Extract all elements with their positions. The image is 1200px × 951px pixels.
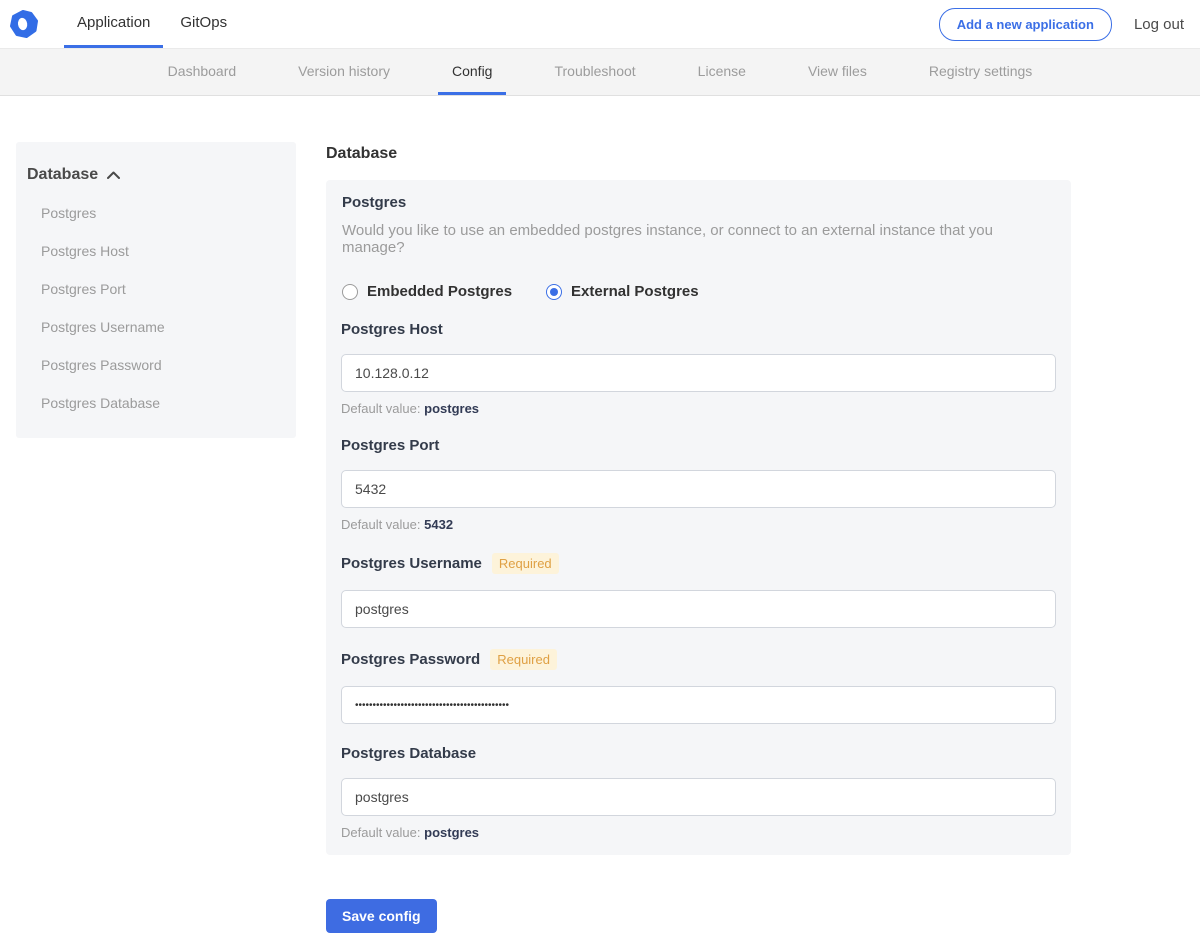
app-subnav: Dashboard Version history Config Trouble… <box>0 48 1200 96</box>
postgres-username-input[interactable] <box>341 590 1056 628</box>
sidebar-item-postgres[interactable]: Postgres <box>26 194 286 232</box>
database-config-group: Postgres Would you like to use an embedd… <box>326 180 1071 855</box>
default-value: postgres <box>424 401 480 416</box>
default-label: Default value: <box>341 517 421 532</box>
default-label: Default value: <box>341 825 421 840</box>
postgres-password-input[interactable] <box>341 686 1056 724</box>
field-label-row: Postgres Username Required <box>341 553 1056 574</box>
tab-registry-settings-label: Registry settings <box>928 62 1033 79</box>
radio-circle-unselected[interactable] <box>342 283 358 300</box>
field-label-row: Postgres Port <box>341 437 1056 454</box>
tab-application[interactable]: Application <box>64 0 164 48</box>
sidebar-group-database[interactable]: Database <box>26 166 286 184</box>
chevron-up-icon <box>107 171 121 179</box>
field-label-row: Postgres Password Required <box>341 649 1056 670</box>
tab-config-label: Config <box>452 62 493 79</box>
postgres-host-input[interactable] <box>341 354 1056 392</box>
kots-logo-icon <box>10 10 38 38</box>
field-help-text: Would you like to use an embedded postgr… <box>342 222 993 256</box>
field-label-postgres: Postgres <box>342 194 407 211</box>
field-label: Postgres Host <box>341 321 443 338</box>
logout-link[interactable]: Log out <box>1134 16 1184 33</box>
default-value: postgres <box>424 825 480 840</box>
config-content: Database Postgres Postgres Host Postgres… <box>0 96 1200 951</box>
config-field-postgres-password: Postgres Password Required <box>341 649 1056 724</box>
field-label: Postgres Password <box>341 651 481 668</box>
config-field-postgres-host: Postgres Host Default value: postgres <box>341 321 1056 416</box>
postgres-database-input[interactable] <box>341 778 1056 816</box>
sidebar-group-label: Database <box>27 166 99 183</box>
top-header: Application GitOps Add a new application… <box>0 0 1200 48</box>
postgres-type-radio-group: Embedded Postgres External Postgres <box>342 283 1056 300</box>
radio-external-postgres-label: External Postgres <box>571 283 699 300</box>
field-label: Postgres Database <box>341 745 477 762</box>
tab-registry-settings[interactable]: Registry settings <box>915 49 1046 95</box>
field-default-line: Default value: postgres <box>341 825 1056 840</box>
page-title: Database <box>326 145 398 162</box>
sidebar-item-postgres-port[interactable]: Postgres Port <box>26 270 286 308</box>
app-logo <box>10 0 64 48</box>
sidebar-item-postgres-password[interactable]: Postgres Password <box>26 346 286 384</box>
field-label-row: Postgres Host <box>341 321 1056 338</box>
field-default-line: Default value: postgres <box>341 401 1056 416</box>
tab-gitops[interactable]: GitOps <box>167 0 240 48</box>
required-badge: Required <box>491 553 559 574</box>
default-value: 5432 <box>424 517 454 532</box>
add-new-application-button[interactable]: Add a new application <box>938 7 1112 41</box>
tab-troubleshoot[interactable]: Troubleshoot <box>540 49 649 95</box>
header-right: Add a new application Log out <box>938 0 1200 48</box>
radio-embedded-postgres[interactable]: Embedded Postgres <box>342 283 512 300</box>
tab-dashboard[interactable]: Dashboard <box>154 49 251 95</box>
radio-circle-selected[interactable] <box>546 283 563 300</box>
tab-version-history[interactable]: Version history <box>284 49 404 95</box>
tab-view-files[interactable]: View files <box>794 49 881 95</box>
field-label: Postgres Username <box>341 555 482 572</box>
tab-license-label: License <box>697 62 746 79</box>
tab-view-files-label: View files <box>807 62 867 79</box>
sidebar-items: Postgres Postgres Host Postgres Port Pos… <box>26 194 286 422</box>
radio-embedded-postgres-label: Embedded Postgres <box>367 283 513 300</box>
config-field-postgres-port: Postgres Port Default value: 5432 <box>341 437 1056 532</box>
tab-license[interactable]: License <box>684 49 760 95</box>
field-default-line: Default value: 5432 <box>341 517 1056 532</box>
radio-external-postgres[interactable]: External Postgres <box>546 283 699 300</box>
sidebar-item-postgres-host[interactable]: Postgres Host <box>26 232 286 270</box>
tab-version-history-label: Version history <box>298 62 390 79</box>
tab-dashboard-label: Dashboard <box>167 62 237 79</box>
field-label-row: Postgres Database <box>341 745 1056 762</box>
sidebar-item-postgres-username[interactable]: Postgres Username <box>26 308 286 346</box>
tab-gitops-label: GitOps <box>180 14 228 31</box>
default-label: Default value: <box>341 401 421 416</box>
tab-troubleshoot-label: Troubleshoot <box>554 62 636 79</box>
config-sidebar: Database Postgres Postgres Host Postgres… <box>16 142 296 438</box>
header-tabs: Application GitOps <box>64 0 244 48</box>
field-label: Postgres Port <box>341 437 440 454</box>
save-config-button[interactable]: Save config <box>326 899 437 933</box>
config-field-postgres-database: Postgres Database Default value: postgre… <box>341 745 1056 840</box>
tab-config[interactable]: Config <box>438 49 507 95</box>
postgres-port-input[interactable] <box>341 470 1056 508</box>
config-main: Database Postgres Would you like to use … <box>326 142 1071 951</box>
required-badge: Required <box>490 649 557 670</box>
tab-application-label: Application <box>77 14 151 31</box>
sidebar-item-postgres-database[interactable]: Postgres Database <box>26 384 286 422</box>
config-field-postgres-username: Postgres Username Required <box>341 553 1056 628</box>
